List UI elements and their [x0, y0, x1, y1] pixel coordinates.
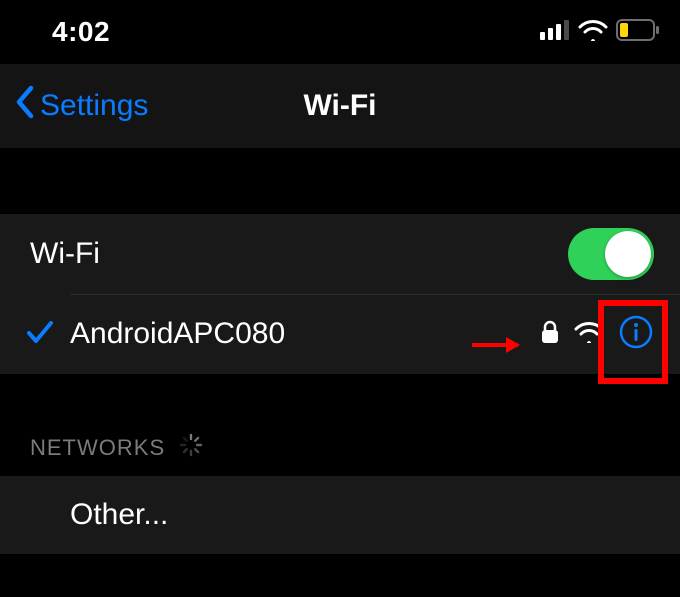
nav-bar: Settings Wi-Fi — [0, 64, 680, 148]
networks-header: NETWORKS — [0, 420, 680, 476]
networks-header-label: NETWORKS — [30, 435, 165, 461]
connected-network-row[interactable]: AndroidAPC080 — [0, 294, 680, 374]
wifi-group: Wi-Fi AndroidAPC080 — [0, 214, 680, 374]
info-button[interactable] — [618, 314, 654, 355]
checkmark-icon — [24, 316, 56, 353]
toggle-knob — [605, 231, 651, 277]
wifi-toggle-row: Wi-Fi — [0, 214, 680, 294]
wifi-toggle[interactable] — [568, 228, 654, 280]
loading-spinner-icon — [179, 433, 203, 463]
wifi-signal-icon — [574, 321, 604, 348]
chevron-left-icon — [14, 85, 36, 127]
status-icons — [540, 19, 660, 46]
back-label: Settings — [40, 89, 148, 123]
wifi-status-icon — [578, 19, 608, 46]
other-label: Other... — [70, 498, 168, 532]
status-bar: 4:02 — [0, 0, 680, 64]
wifi-toggle-label: Wi-Fi — [30, 237, 100, 271]
lock-icon — [540, 319, 560, 350]
other-network-row[interactable]: Other... — [0, 476, 680, 554]
annotation-arrow — [472, 343, 518, 347]
other-networks-group: Other... — [0, 476, 680, 554]
back-button[interactable]: Settings — [0, 85, 148, 127]
page-title: Wi-Fi — [303, 89, 376, 123]
cellular-signal-icon — [540, 20, 570, 45]
status-time: 4:02 — [52, 16, 110, 48]
connected-network-name: AndroidAPC080 — [70, 317, 285, 351]
battery-icon — [616, 19, 660, 46]
